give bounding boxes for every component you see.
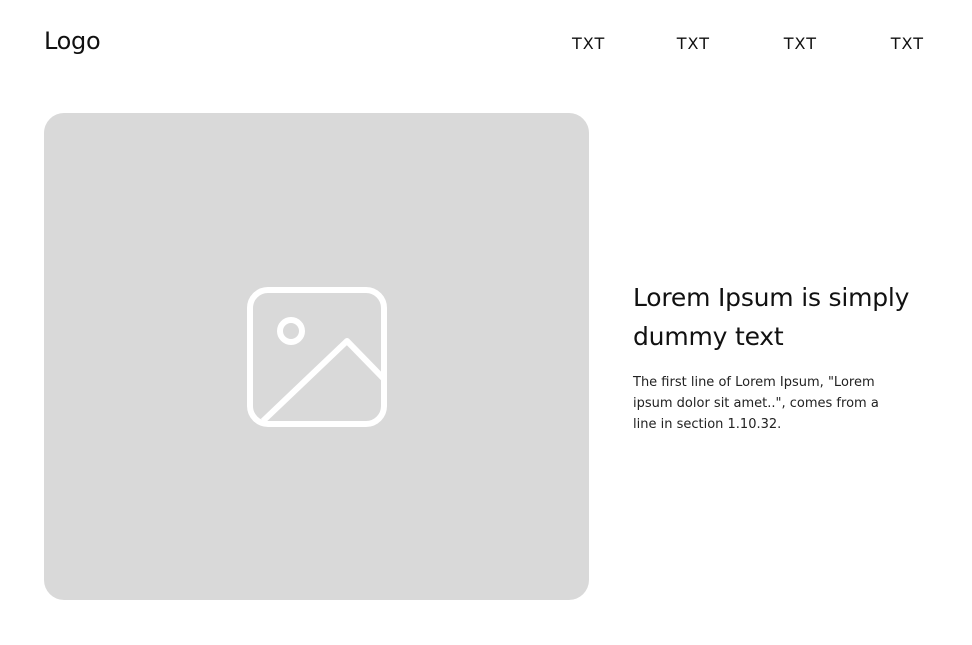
hero-body-text: The first line of Lorem Ipsum, "Lorem ip… <box>633 375 879 432</box>
top-nav: TXT TXT TXT TXT <box>572 34 924 54</box>
nav-item-4[interactable]: TXT <box>817 34 924 54</box>
nav-item-2[interactable]: TXT <box>603 34 710 54</box>
nav-item-3[interactable]: TXT <box>710 34 817 54</box>
hero-image-placeholder <box>44 113 589 600</box>
logo[interactable]: Logo <box>44 26 101 56</box>
nav-item-1[interactable]: TXT <box>572 34 604 54</box>
hero-title: Lorem Ipsum is simply dummy text <box>633 283 910 351</box>
image-placeholder-icon <box>246 286 387 427</box>
hero-content: Lorem Ipsum is simply dummy text The fir… <box>633 278 933 435</box>
page: Logo TXT TXT TXT TXT Lorem Ipsum is simp… <box>0 0 972 645</box>
